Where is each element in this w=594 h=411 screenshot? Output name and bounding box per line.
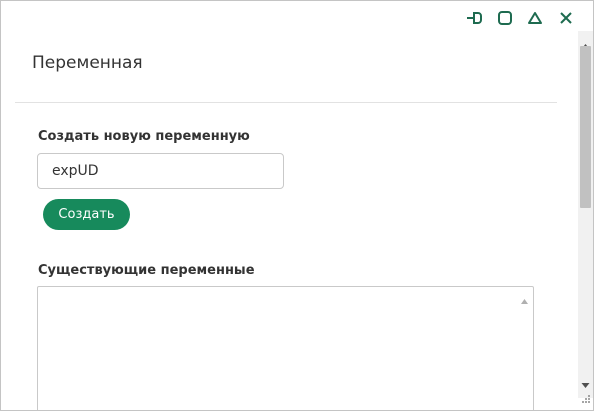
maximize-button[interactable] — [494, 8, 516, 28]
resize-grip-icon[interactable] — [581, 389, 591, 408]
vertical-scrollbar[interactable] — [578, 31, 593, 398]
maximize-icon — [497, 10, 513, 26]
dock-icon — [466, 10, 486, 26]
window-titlebar — [1, 1, 593, 35]
close-icon — [558, 10, 574, 26]
dialog-title: Переменная — [32, 53, 143, 73]
close-button[interactable] — [555, 8, 577, 28]
list-scroll-up-icon[interactable] — [520, 291, 529, 304]
collapse-icon — [527, 10, 543, 26]
dock-button[interactable] — [465, 8, 487, 28]
new-variable-label: Создать новую переменную — [38, 129, 250, 144]
variable-dialog-window: Переменная Создать новую переменную Созд… — [0, 0, 594, 411]
collapse-button[interactable] — [524, 8, 546, 28]
existing-variables-list[interactable] — [37, 286, 534, 410]
title-divider — [15, 102, 557, 103]
existing-variables-label: Существующие переменные — [38, 263, 255, 278]
dialog-content: Переменная Создать новую переменную Созд… — [1, 35, 577, 410]
variable-name-input[interactable] — [37, 153, 284, 189]
scrollbar-thumb[interactable] — [580, 46, 591, 208]
create-button[interactable]: Создать — [43, 199, 130, 230]
